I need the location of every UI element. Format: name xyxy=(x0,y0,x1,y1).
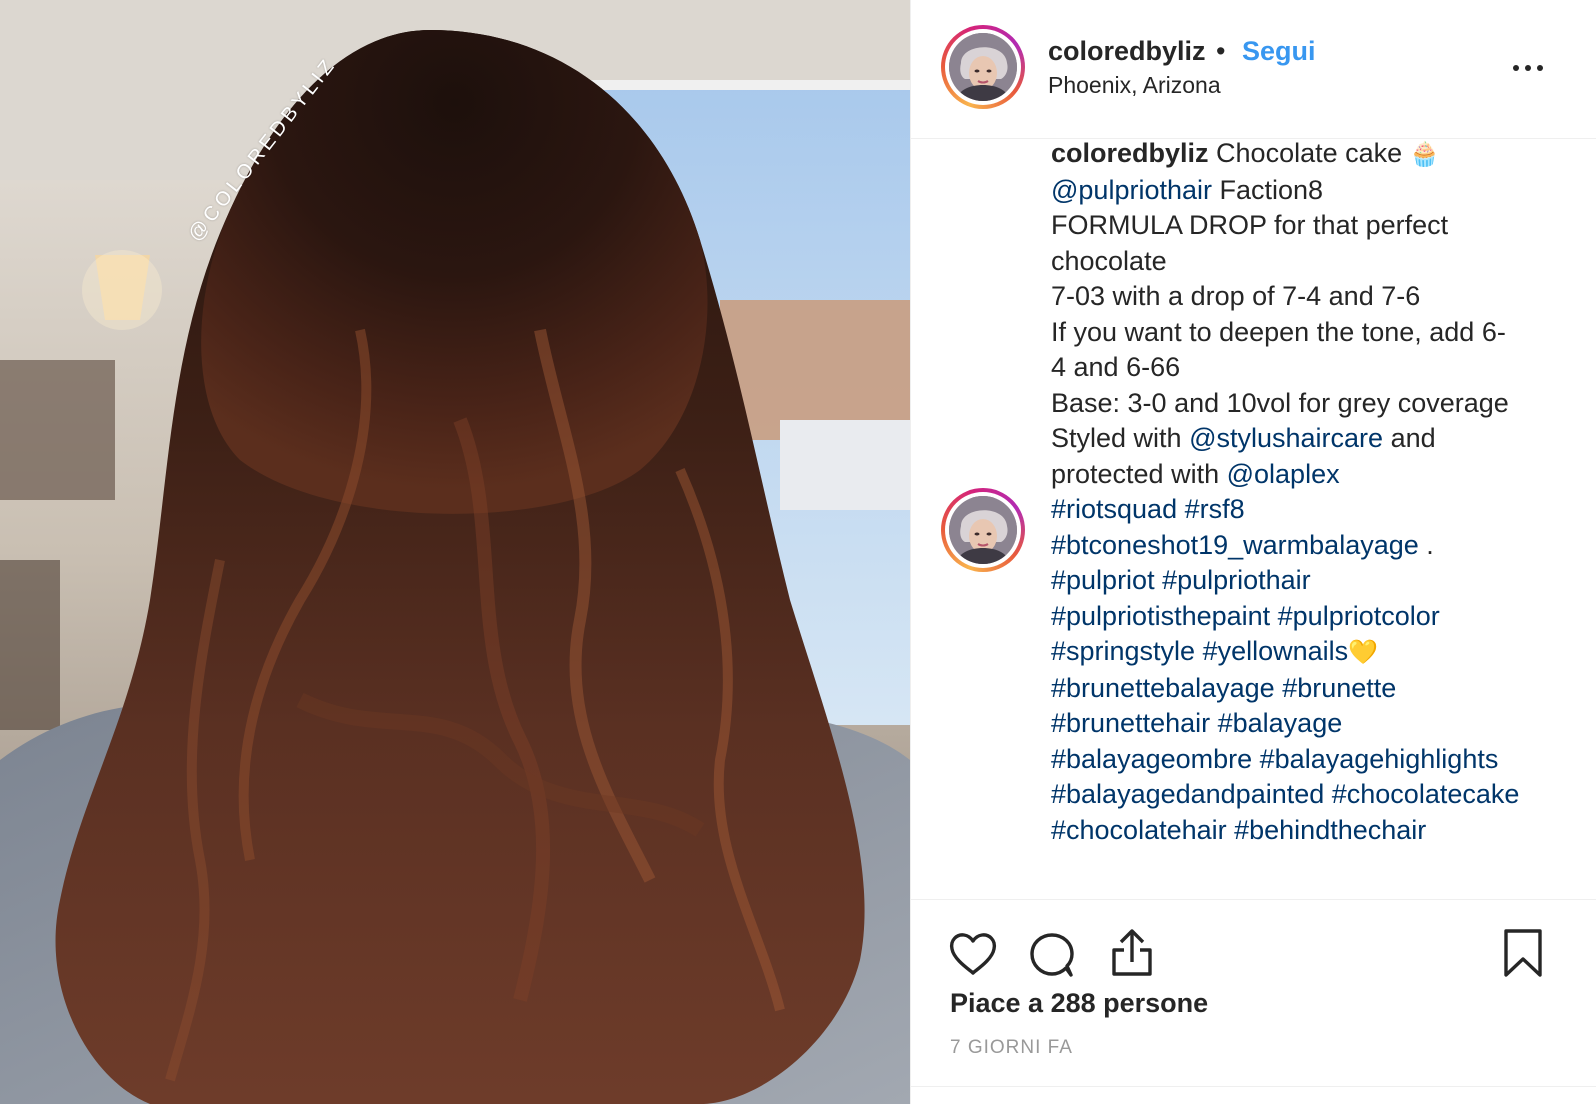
hashtag-line[interactable]: #pulpriot #pulpriothair xyxy=(1051,563,1571,599)
caption-line: protected with @olaplex xyxy=(1051,457,1571,493)
mention-link[interactable]: @stylushaircare xyxy=(1189,423,1383,453)
caption-text: and xyxy=(1390,423,1436,453)
bookmark-icon[interactable] xyxy=(1498,927,1548,977)
caption-line: FORMULA DROP for that perfect xyxy=(1051,210,1449,240)
more-options-icon[interactable] xyxy=(1508,56,1548,80)
post-header: coloredbyliz • Segui Phoenix, Arizona xyxy=(911,0,1596,139)
hashtag-line[interactable]: #balayagedandpainted #chocolatecake xyxy=(1051,777,1571,813)
caption-text: Styled with xyxy=(1051,423,1182,453)
yellow-heart-emoji-icon: 💛 xyxy=(1348,639,1379,666)
caption-avatar-image xyxy=(949,496,1017,564)
hashtag-line[interactable]: #chocolatehair #behindthechair xyxy=(1051,813,1571,849)
hashtag-link[interactable]: #btconeshot19_warmbalayage xyxy=(1051,530,1419,560)
avatar-image xyxy=(949,33,1017,101)
hashtag-line[interactable]: #pulpriotisthepaint #pulpriotcolor xyxy=(1051,599,1571,635)
hashtag-line[interactable]: #brunettehair #balayage xyxy=(1051,706,1571,742)
caption-line: 7-03 with a drop of 7-4 and 7-6 xyxy=(1051,281,1421,311)
hashtag-line[interactable]: #balayageombre #balayagehighlights xyxy=(1051,742,1571,778)
caption-line: @pulpriothair Faction8 xyxy=(1051,173,1571,209)
heart-icon[interactable] xyxy=(948,930,998,980)
caption-text: Faction8 xyxy=(1219,174,1324,205)
post-photo[interactable]: @COLOREDBYLIZ xyxy=(0,0,910,1104)
caption-text: Chocolate cake xyxy=(1216,139,1403,168)
caption-line: chocolate xyxy=(1051,245,1167,276)
hair-photo-illustration xyxy=(0,0,910,1104)
hashtag-line[interactable]: #riotsquad #rsf8 xyxy=(1051,492,1571,528)
user-portrait-icon xyxy=(949,496,1017,564)
cupcake-emoji-icon: 🧁 xyxy=(1409,141,1440,168)
avatar[interactable] xyxy=(941,25,1025,109)
post-actions: Piace a 288 persone 7 GIORNI FA xyxy=(911,899,1596,1104)
caption-line: Base: 3-0 and 10vol for grey coverage xyxy=(1051,387,1509,418)
caption-line: #btconeshot19_warmbalayage . xyxy=(1051,528,1571,564)
instagram-post: @COLOREDBYLIZ coloredbyliz • Segui Phoen… xyxy=(0,0,1596,1104)
caption-line: #springstyle #yellownails💛 xyxy=(1051,634,1571,671)
post-timestamp[interactable]: 7 GIORNI FA xyxy=(950,1037,1073,1059)
comments-section[interactable]: coloredbyliz Chocolate cake 🧁 @pulprioth… xyxy=(911,139,1596,899)
caption-line: Styled with @stylushaircare and xyxy=(1051,421,1571,457)
share-icon[interactable] xyxy=(1107,926,1157,976)
hashtag-link[interactable]: #springstyle #yellownails xyxy=(1051,636,1348,666)
caption-text: protected with xyxy=(1051,458,1220,489)
caption-line: 4 and 6-66 xyxy=(1051,352,1181,382)
header-username[interactable]: coloredbyliz xyxy=(1048,36,1206,67)
mention-link[interactable]: @pulpriothair xyxy=(1051,175,1212,205)
likes-count[interactable]: Piace a 288 persone xyxy=(950,988,1208,1019)
post-location[interactable]: Phoenix, Arizona xyxy=(1048,72,1221,99)
caption-line: coloredbyliz Chocolate cake 🧁 xyxy=(1051,139,1571,173)
header-separator: • xyxy=(1216,36,1226,66)
post-caption: coloredbyliz Chocolate cake 🧁 @pulprioth… xyxy=(1051,139,1571,848)
hashtag-line[interactable]: #brunettebalayage #brunette xyxy=(1051,671,1571,707)
caption-avatar[interactable] xyxy=(941,488,1025,572)
bottom-divider xyxy=(911,1086,1596,1087)
caption-username[interactable]: coloredbyliz xyxy=(1051,139,1209,168)
caption-line: If you want to deepen the tone, add 6- xyxy=(1051,316,1506,347)
mention-link[interactable]: @olaplex xyxy=(1227,459,1340,489)
follow-button[interactable]: Segui xyxy=(1242,36,1316,67)
post-side-panel: coloredbyliz • Segui Phoenix, Arizona co… xyxy=(911,0,1596,1104)
caption-text: . xyxy=(1426,529,1434,560)
comment-bubble-icon[interactable] xyxy=(1027,930,1077,980)
user-portrait-icon xyxy=(949,33,1017,101)
